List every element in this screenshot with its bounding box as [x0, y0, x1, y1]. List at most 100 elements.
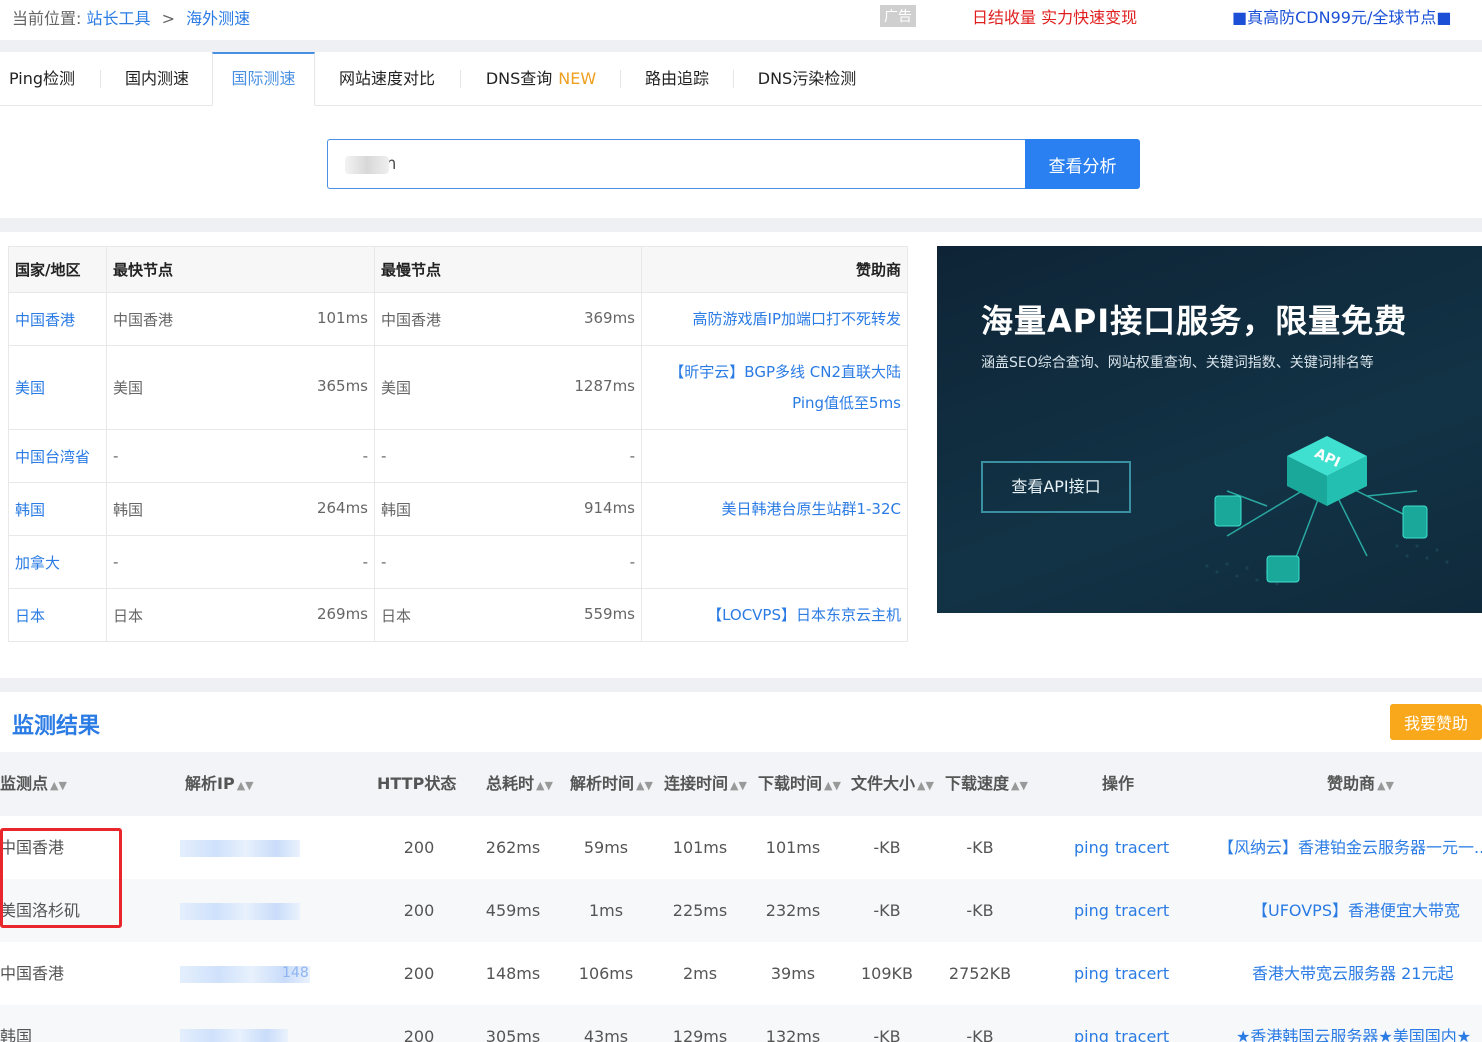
tab-traceroute[interactable]: 路由追踪: [642, 52, 712, 106]
sort-icon: ▲▼: [917, 779, 934, 792]
breadcrumb-link-tools[interactable]: 站长工具: [87, 9, 151, 28]
sponsor-link[interactable]: [641, 535, 908, 589]
tab-divider: [460, 70, 461, 88]
summary-row: 韩国 韩国 264ms 韩国 914ms 美日韩港台原生站群1-32C: [8, 482, 908, 536]
resolve-time: 106ms: [578, 964, 634, 983]
header-resolve-time[interactable]: 解析时间 ▲▼: [570, 752, 653, 816]
tab-domestic-speed[interactable]: 国内测速: [122, 52, 192, 106]
sponsor-link[interactable]: 美日韩港台原生站群1-32C: [641, 482, 908, 536]
header-node[interactable]: 监测点 ▲▼: [0, 752, 67, 816]
summary-row: 中国香港 中国香港 101ms 中国香港 369ms 高防游戏盾IP加端口打不死转发: [8, 292, 908, 346]
new-badge: NEW: [558, 69, 597, 88]
sponsor-link[interactable]: 【昕宇云】BGP多线 CN2直联大陆 Ping值低至5ms: [641, 345, 908, 430]
tracert-link[interactable]: tracert: [1115, 1005, 1169, 1042]
tracert-link[interactable]: tracert: [1115, 879, 1169, 942]
node-cell: 中国香港: [0, 964, 65, 983]
tab-ping[interactable]: Ping检测: [9, 52, 79, 106]
latency: 365ms: [316, 377, 368, 395]
latency: 369ms: [583, 308, 635, 327]
header-file-size[interactable]: 文件大小 ▲▼: [851, 752, 934, 816]
fastest-cell: 日本 269ms: [106, 588, 375, 642]
sponsor-link[interactable]: 高防游戏盾IP加端口打不死转发: [641, 292, 908, 346]
header-download-speed[interactable]: 下载速度 ▲▼: [945, 752, 1028, 816]
breadcrumb-separator: >: [161, 9, 176, 28]
ping-link[interactable]: ping: [1074, 1005, 1109, 1042]
result-row: 中国香港 148 200 148ms 106ms 2ms 39ms 109KB …: [0, 942, 1482, 1005]
header-label: 文件大小: [851, 774, 916, 793]
sponsor-link[interactable]: 【UFOVPS】香港便宜大带宽: [1252, 879, 1460, 942]
become-sponsor-button[interactable]: 我要赞助: [1390, 704, 1482, 740]
tab-label: 国际测速: [231, 69, 296, 88]
summary-row: 日本 日本 269ms 日本 559ms 【LOCVPS】日本东京云主机: [8, 588, 908, 642]
node-cell: 韩国: [0, 1027, 33, 1042]
tab-divider: [733, 70, 734, 88]
sponsor-link[interactable]: 香港大带宽云服务器 21元起: [1252, 942, 1453, 1005]
country-link[interactable]: 中国香港: [8, 292, 107, 346]
sponsor-link[interactable]: [641, 429, 908, 483]
sort-icon: ▲▼: [730, 779, 747, 792]
tracert-link[interactable]: tracert: [1115, 816, 1169, 879]
node-name: 韩国: [381, 500, 412, 519]
highlight-box: [0, 828, 122, 928]
ad-link-cdn[interactable]: ■真高防CDN99元/全球节点■: [1232, 4, 1451, 28]
api-banner[interactable]: 海量API接口服务，限量免费 涵盖SEO综合查询、网站权重查询、关键词指数、关键…: [937, 246, 1482, 613]
header-label: 监测点: [0, 774, 49, 793]
header-sponsor[interactable]: 赞助商 ▲▼: [1327, 752, 1394, 816]
header-connect-time[interactable]: 连接时间 ▲▼: [664, 752, 747, 816]
view-api-button[interactable]: 查看API接口: [981, 461, 1131, 513]
header-total-time[interactable]: 总耗时 ▲▼: [486, 752, 553, 816]
resolve-time: 59ms: [583, 838, 629, 857]
header-country: 国家/地区: [8, 246, 107, 293]
analyze-button[interactable]: 查看分析: [1025, 139, 1140, 189]
tab-speed-compare[interactable]: 网站速度对比: [336, 52, 438, 106]
fastest-cell: --: [106, 535, 375, 589]
country-link[interactable]: 中国台湾省: [8, 429, 107, 483]
result-row: 美国洛杉矶 200 459ms 1ms 225ms 232ms -KB -KB …: [0, 879, 1482, 942]
connect-time: 101ms: [672, 838, 728, 857]
sponsor-link[interactable]: 【LOCVPS】日本东京云主机: [641, 588, 908, 642]
tab-label: 路由追踪: [644, 69, 709, 88]
sponsor-line: Ping值低至5ms: [792, 393, 901, 412]
sponsor-link[interactable]: 【风纳云】香港铂金云服务器一元一...: [1218, 816, 1482, 879]
download-time: 232ms: [765, 901, 821, 920]
monitor-title: 监测结果: [12, 714, 101, 739]
country-link[interactable]: 加拿大: [8, 535, 107, 589]
total-time: 305ms: [485, 1027, 541, 1042]
search-area: 查看分析: [0, 106, 1482, 218]
header-download-time[interactable]: 下载时间 ▲▼: [758, 752, 841, 816]
tracert-link[interactable]: tracert: [1115, 942, 1169, 1005]
tab-dns-pollution[interactable]: DNS污染检测: [755, 52, 859, 106]
tab-label: DNS污染检测: [757, 69, 857, 88]
ping-link[interactable]: ping: [1074, 942, 1109, 1005]
summary-table: 国家/地区 最快节点 最慢节点 赞助商 中国香港 中国香港 101ms 中国香港 3…: [8, 246, 908, 642]
connect-time: 2ms: [682, 964, 718, 983]
header-label: 下载时间: [758, 774, 823, 793]
tab-divider: [620, 70, 621, 88]
tab-international-speed[interactable]: 国际测速: [212, 52, 315, 106]
tab-divider: [100, 70, 101, 88]
latency: 914ms: [583, 498, 635, 517]
domain-input[interactable]: [327, 139, 1025, 189]
node-name: 中国香港: [381, 310, 442, 329]
ping-link[interactable]: ping: [1074, 879, 1109, 942]
ad-tag: 广告: [880, 5, 916, 27]
tab-label: 网站速度对比: [338, 69, 435, 88]
sponsor-link[interactable]: ★香港韩国云服务器★美国国内★: [1236, 1005, 1471, 1042]
slowest-cell: 日本 559ms: [374, 588, 642, 642]
country-link[interactable]: 日本: [8, 588, 107, 642]
resolve-time: 43ms: [583, 1027, 629, 1042]
sort-icon: ▲▼: [236, 779, 254, 792]
country-link[interactable]: 美国: [8, 345, 107, 430]
redacted-text: [345, 156, 389, 174]
tab-dns-query[interactable]: DNS查询 NEW: [482, 52, 600, 106]
header-resolved-ip[interactable]: 解析IP ▲▼: [185, 752, 254, 816]
breadcrumb: 当前位置: 站长工具 > 海外测速: [12, 5, 250, 29]
summary-row: 加拿大 -- --: [8, 535, 908, 589]
node-name: -: [381, 553, 387, 571]
ad-link-red[interactable]: 日结收量 实力快速变现: [972, 4, 1137, 28]
download-time: 101ms: [765, 838, 821, 857]
breadcrumb-link-overseas[interactable]: 海外测速: [186, 9, 250, 28]
latency: 264ms: [316, 498, 368, 517]
country-link[interactable]: 韩国: [8, 482, 107, 536]
ping-link[interactable]: ping: [1074, 816, 1109, 879]
